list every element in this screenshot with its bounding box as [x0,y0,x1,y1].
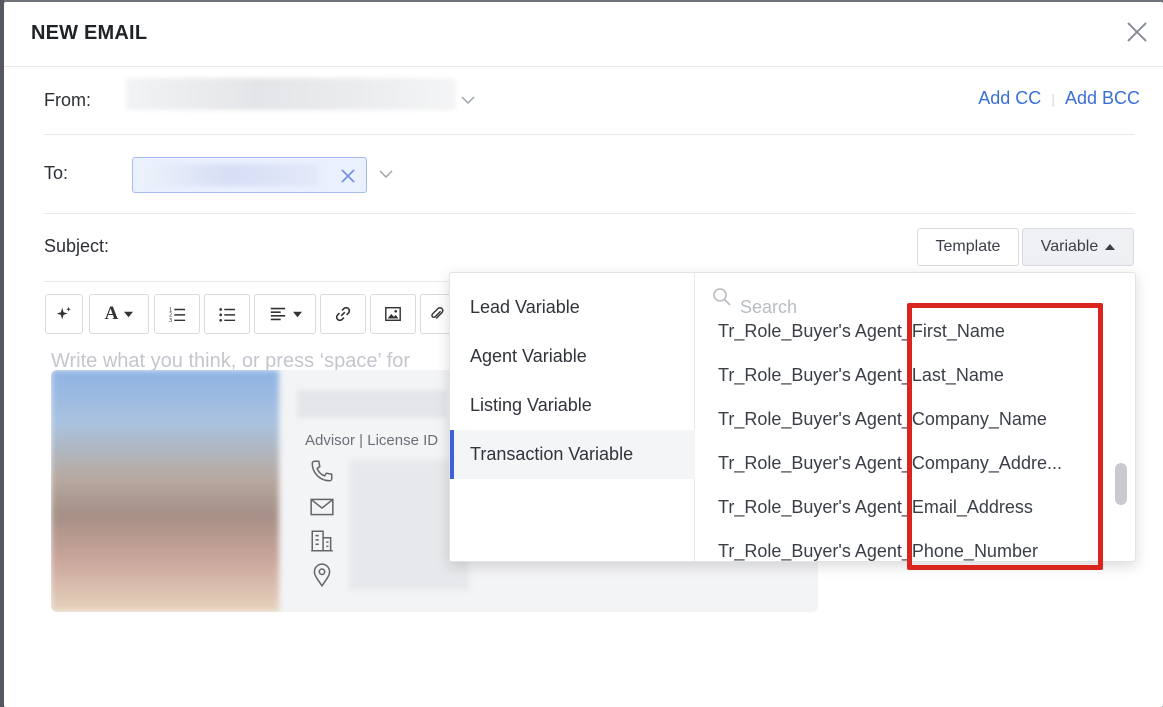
phone-icon [311,460,333,482]
insert-link-button[interactable] [320,294,366,334]
insert-image-button[interactable] [370,294,416,334]
location-pin-icon [313,563,331,588]
to-row: To: [44,136,1135,214]
category-transaction-variable[interactable]: Transaction Variable [450,430,695,479]
variable-list-scrollbar[interactable] [1115,463,1127,505]
variable-dropdown: Lead Variable Agent Variable Listing Var… [449,272,1136,562]
modal-title: NEW EMAIL [31,22,148,44]
font-style-icon: A [104,303,119,324]
cc-links: Add CC | Add BCC [978,88,1140,109]
variable-category-list: Lead Variable Agent Variable Listing Var… [450,273,695,561]
remove-recipient-icon[interactable] [340,168,356,184]
caret-up-icon [1105,244,1116,250]
ordered-list-icon: 1 2 3 [169,307,186,323]
recipient-value [139,164,319,186]
chevron-down-icon[interactable] [460,92,476,108]
cc-divider: | [1051,91,1055,107]
variable-button-label: Variable [1040,238,1099,255]
new-email-modal: NEW EMAIL From: Add CC | Add BCC To: Subje… [4,2,1163,707]
variable-item[interactable]: Tr_Role_Buyer's Agent_Company_Name [718,409,1098,430]
sparkle-icon [56,306,71,320]
variable-list: Tr_Role_Buyer's Agent_First_Name Tr_Role… [696,321,1135,561]
align-left-icon [270,307,285,321]
variable-search-input[interactable]: Search [740,297,797,318]
category-lead-variable[interactable]: Lead Variable [450,283,695,332]
image-icon [385,306,401,322]
category-agent-variable[interactable]: Agent Variable [450,332,695,381]
link-icon [335,306,351,322]
template-button[interactable]: Template [917,228,1019,266]
category-listing-variable[interactable]: Listing Variable [450,381,695,430]
variable-item[interactable]: Tr_Role_Buyer's Agent_First_Name [718,321,1098,342]
ordered-list-button[interactable]: 1 2 3 [154,294,200,334]
add-bcc-link[interactable]: Add BCC [1065,88,1140,108]
mail-icon [310,498,334,516]
variable-item[interactable]: Tr_Role_Buyer's Agent_Phone_Number [718,541,1098,561]
office-building-icon [311,530,333,552]
variable-item[interactable]: Tr_Role_Buyer's Agent_Company_Addre... [718,453,1098,474]
signature-advisor-text: Advisor | License ID [305,432,439,449]
svg-text:3: 3 [169,318,172,323]
font-style-button[interactable]: A [89,294,149,334]
bullet-list-icon [219,308,236,322]
caret-down-icon [292,311,302,317]
from-row: From: Add CC | Add BCC [44,68,1140,135]
bullet-list-button[interactable] [204,294,250,334]
chevron-down-icon[interactable] [378,166,394,182]
signature-name [297,390,447,418]
from-label: From: [44,90,91,110]
variable-item[interactable]: Tr_Role_Buyer's Agent_Email_Address [718,497,1098,518]
signature-photo [51,370,279,612]
from-value[interactable] [126,78,456,110]
subject-label: Subject: [44,236,110,256]
ai-sparkle-button[interactable] [45,294,83,334]
add-cc-link[interactable]: Add CC [978,88,1041,108]
align-button[interactable] [254,294,316,334]
variable-button[interactable]: Variable [1022,228,1134,266]
attachment-button[interactable] [420,294,452,334]
modal-header: NEW EMAIL [4,2,1163,67]
caret-down-icon [124,311,134,317]
search-icon [713,288,731,306]
to-label: To: [44,163,69,183]
paperclip-icon [430,307,443,320]
variable-item[interactable]: Tr_Role_Buyer's Agent_Last_Name [718,365,1098,386]
to-recipient-chip[interactable] [132,157,367,193]
close-icon[interactable] [1125,20,1149,44]
